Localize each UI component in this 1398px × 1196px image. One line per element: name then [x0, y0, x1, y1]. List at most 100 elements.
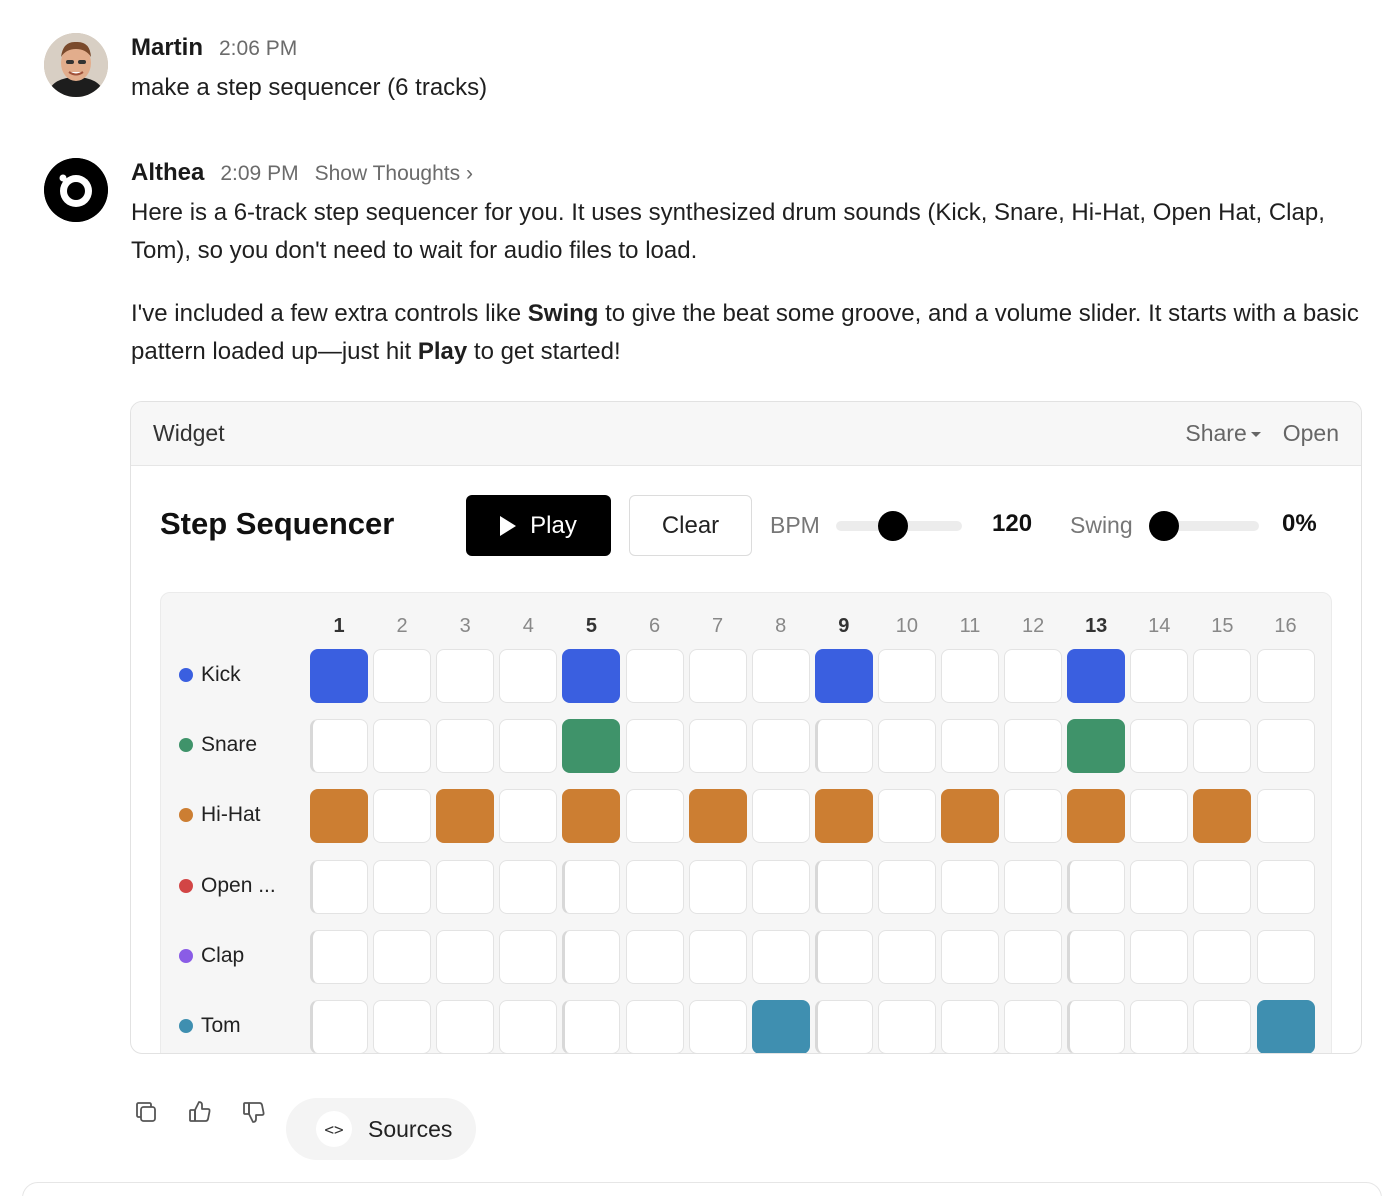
step-cell[interactable] — [941, 649, 999, 703]
step-cell[interactable] — [625, 859, 684, 914]
step-cell[interactable] — [814, 859, 873, 914]
step-cell[interactable] — [310, 1000, 368, 1053]
copy-icon[interactable] — [131, 1097, 161, 1127]
open-button[interactable]: Open — [1283, 420, 1339, 447]
step-cell[interactable] — [751, 789, 810, 844]
step-cell[interactable] — [373, 649, 432, 703]
step-cell[interactable] — [562, 649, 621, 703]
step-cell[interactable] — [499, 649, 558, 703]
step-cell[interactable] — [499, 719, 558, 774]
step-cell[interactable] — [499, 929, 558, 984]
step-cell[interactable] — [499, 859, 558, 914]
sources-button[interactable]: <> Sources — [286, 1098, 476, 1160]
step-cell[interactable] — [562, 1000, 621, 1053]
bpm-slider[interactable] — [836, 511, 962, 541]
step-cell[interactable] — [814, 719, 873, 774]
step-cell[interactable] — [373, 789, 432, 844]
step-cell[interactable] — [310, 719, 368, 774]
step-cell[interactable] — [1193, 649, 1252, 703]
step-cell[interactable] — [814, 929, 873, 984]
play-button[interactable]: Play — [466, 495, 611, 556]
step-cell[interactable] — [1067, 929, 1126, 984]
step-cell[interactable] — [625, 1000, 684, 1053]
step-cell[interactable] — [1004, 859, 1063, 914]
step-cell[interactable] — [1130, 719, 1189, 774]
step-cell[interactable] — [1256, 929, 1315, 984]
step-cell[interactable] — [688, 649, 747, 703]
step-cell[interactable] — [625, 789, 684, 844]
step-cell[interactable] — [751, 1000, 810, 1053]
step-cell[interactable] — [688, 859, 747, 914]
step-cell[interactable] — [436, 719, 495, 774]
step-cell[interactable] — [814, 1000, 873, 1053]
step-cell[interactable] — [814, 789, 873, 844]
step-cell[interactable] — [310, 789, 368, 844]
step-cell[interactable] — [877, 1000, 936, 1053]
step-cell[interactable] — [1004, 649, 1063, 703]
step-cell[interactable] — [1067, 719, 1126, 774]
step-cell[interactable] — [1193, 1000, 1252, 1053]
step-cell[interactable] — [877, 649, 936, 703]
step-cell[interactable] — [310, 649, 368, 703]
step-cell[interactable] — [941, 789, 999, 844]
step-cell[interactable] — [1130, 929, 1189, 984]
step-cell[interactable] — [1067, 859, 1126, 914]
swing-slider[interactable] — [1149, 511, 1259, 541]
step-cell[interactable] — [1004, 1000, 1063, 1053]
step-cell[interactable] — [373, 929, 432, 984]
step-cell[interactable] — [1193, 789, 1252, 844]
step-cell[interactable] — [499, 1000, 558, 1053]
step-cell[interactable] — [877, 929, 936, 984]
step-cell[interactable] — [310, 929, 368, 984]
step-cell[interactable] — [436, 1000, 495, 1053]
step-cell[interactable] — [436, 789, 495, 844]
step-cell[interactable] — [941, 859, 999, 914]
step-cell[interactable] — [1130, 1000, 1189, 1053]
step-cell[interactable] — [373, 719, 432, 774]
step-cell[interactable] — [1193, 929, 1252, 984]
step-cell[interactable] — [688, 719, 747, 774]
step-cell[interactable] — [1004, 929, 1063, 984]
step-cell[interactable] — [1004, 719, 1063, 774]
step-cell[interactable] — [1130, 859, 1189, 914]
step-cell[interactable] — [751, 929, 810, 984]
clear-button[interactable]: Clear — [629, 495, 752, 556]
step-cell[interactable] — [436, 859, 495, 914]
step-cell[interactable] — [1067, 789, 1126, 844]
step-cell[interactable] — [1256, 1000, 1315, 1053]
thumbs-up-icon[interactable] — [185, 1097, 215, 1127]
step-cell[interactable] — [1130, 649, 1189, 703]
step-cell[interactable] — [373, 1000, 432, 1053]
step-cell[interactable] — [310, 859, 368, 914]
step-cell[interactable] — [814, 649, 873, 703]
step-cell[interactable] — [1130, 789, 1189, 844]
thumbs-down-icon[interactable] — [239, 1097, 269, 1127]
step-cell[interactable] — [877, 719, 936, 774]
step-cell[interactable] — [877, 859, 936, 914]
step-cell[interactable] — [941, 719, 999, 774]
step-cell[interactable] — [941, 929, 999, 984]
bpm-slider-thumb[interactable] — [878, 511, 909, 541]
step-cell[interactable] — [436, 929, 495, 984]
step-cell[interactable] — [688, 1000, 747, 1053]
step-cell[interactable] — [436, 649, 495, 703]
show-thoughts-link[interactable]: Show Thoughts › — [315, 162, 473, 186]
step-cell[interactable] — [1193, 859, 1252, 914]
step-cell[interactable] — [562, 929, 621, 984]
share-button[interactable]: Share — [1185, 420, 1261, 447]
step-cell[interactable] — [625, 649, 684, 703]
step-cell[interactable] — [1256, 719, 1315, 774]
step-cell[interactable] — [562, 789, 621, 844]
step-cell[interactable] — [688, 789, 747, 844]
step-cell[interactable] — [625, 719, 684, 774]
step-cell[interactable] — [1193, 719, 1252, 774]
step-cell[interactable] — [499, 789, 558, 844]
step-cell[interactable] — [877, 789, 936, 844]
step-cell[interactable] — [1067, 649, 1126, 703]
step-cell[interactable] — [1256, 789, 1315, 844]
step-cell[interactable] — [1256, 649, 1315, 703]
message-composer[interactable] — [22, 1182, 1382, 1196]
swing-slider-thumb[interactable] — [1149, 511, 1179, 541]
step-cell[interactable] — [1256, 859, 1315, 914]
step-cell[interactable] — [941, 1000, 999, 1053]
